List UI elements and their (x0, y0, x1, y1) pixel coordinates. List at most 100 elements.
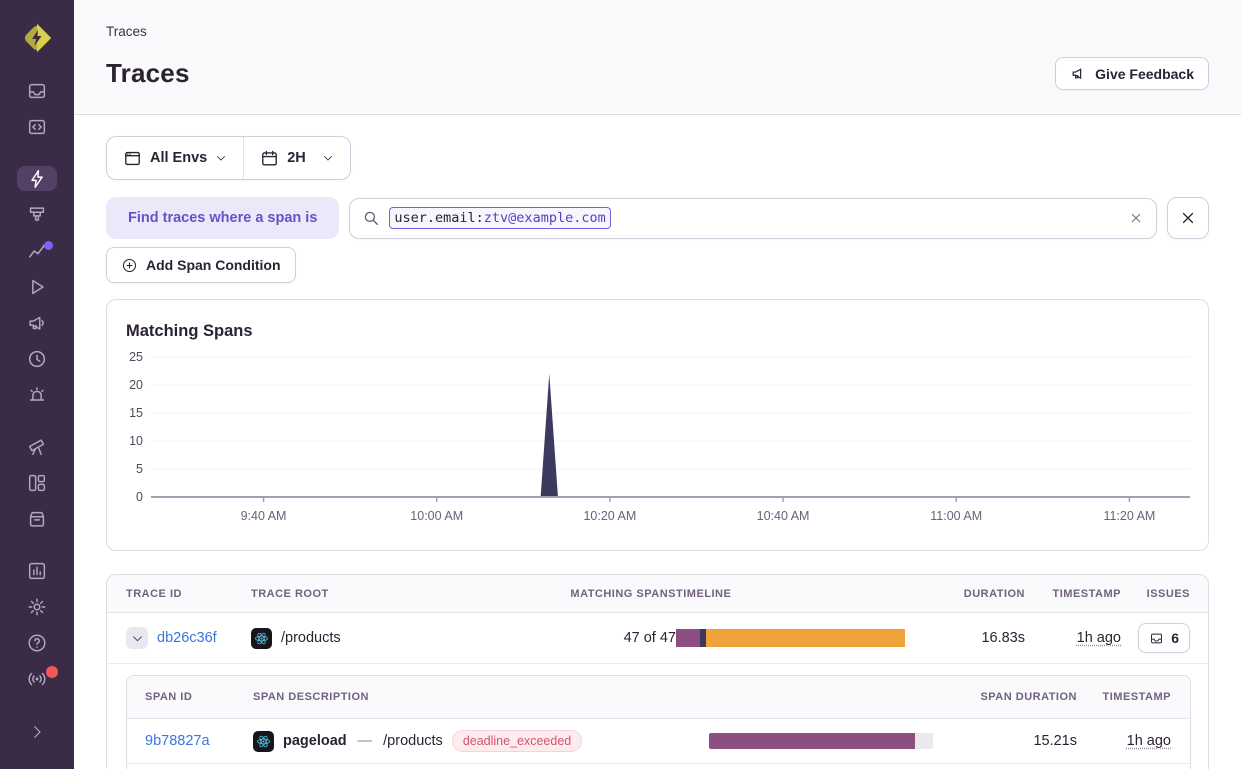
sentry-logo[interactable] (19, 20, 55, 56)
sidebar-item-projects[interactable] (17, 114, 57, 139)
performance-icon (26, 204, 48, 226)
span-search-input[interactable]: user.email:ztv@example.com (349, 198, 1157, 239)
trace-expand-button[interactable] (126, 627, 148, 649)
col-trace-root: TRACE ROOT (251, 588, 560, 600)
gear-icon (26, 596, 48, 618)
search-token[interactable]: user.email:ztv@example.com (389, 207, 610, 229)
span-op: pageload (283, 733, 347, 749)
close-icon (1128, 210, 1144, 226)
matching-spans-chart[interactable]: 05101520259:40 AM10:00 AM10:20 AM10:40 A… (126, 351, 1193, 531)
sidebar-item-explore[interactable] (17, 238, 57, 263)
breadcrumb[interactable]: Traces (106, 24, 1209, 39)
trace-timeline-bar (676, 629, 905, 647)
react-platform-icon (251, 628, 272, 649)
megaphone-icon (26, 312, 48, 334)
replays-icon (26, 276, 48, 298)
svg-text:10:00 AM: 10:00 AM (410, 509, 463, 523)
span-duration-bar (709, 733, 933, 749)
chevron-down-icon (322, 152, 334, 164)
token-key: user.email: (394, 210, 483, 226)
span-description: /products (383, 733, 443, 749)
delete-condition-button[interactable] (1167, 197, 1209, 239)
clear-search-button[interactable] (1128, 210, 1144, 226)
trace-root-label: /products (281, 630, 341, 646)
sidebar-item-issues[interactable] (17, 78, 57, 103)
page-filter-bar: All Envs 2H (106, 136, 351, 180)
traces-table: TRACE ID TRACE ROOT MATCHING SPANS TIMEL… (106, 574, 1209, 769)
span-bar-fill (709, 733, 915, 749)
siren-icon (26, 384, 48, 406)
sidebar-item-performance[interactable] (17, 202, 57, 227)
sidebar-item-alerts[interactable] (17, 383, 57, 408)
plus-circle-icon (121, 257, 138, 274)
main-area: Traces Traces Give Feedback All Env (74, 0, 1241, 769)
col-timestamp: TIMESTAMP (1025, 588, 1121, 600)
sidebar-item-stats[interactable] (17, 559, 57, 584)
timeline-segment (676, 629, 700, 647)
svg-text:11:20 AM: 11:20 AM (1103, 509, 1155, 523)
col-matching-spans: MATCHING SPANS (560, 588, 676, 600)
sidebar-item-feedback[interactable] (17, 310, 57, 335)
trace-issues-count: 6 (1171, 630, 1179, 646)
sidebar-item-help[interactable] (17, 631, 57, 656)
col-span-id: SPAN ID (145, 691, 253, 703)
timeline-segment (706, 629, 905, 647)
chevron-down-icon (131, 632, 144, 645)
sidebar-item-whats-new[interactable] (17, 667, 57, 692)
spans-subtable-header: SPAN ID SPAN DESCRIPTION SPAN DURATION T… (127, 676, 1190, 719)
chart-title: Matching Spans (126, 322, 1189, 341)
add-span-condition-button[interactable]: Add Span Condition (106, 247, 296, 283)
page-header: Traces Traces Give Feedback (74, 0, 1241, 115)
sidebar-item-releases[interactable] (17, 507, 57, 532)
environment-selector[interactable]: All Envs (107, 137, 243, 179)
chevron-down-icon (215, 152, 227, 164)
traces-icon (26, 168, 48, 190)
svg-text:10: 10 (129, 434, 143, 448)
history-clock-icon (26, 348, 48, 370)
sidebar-item-settings[interactable] (17, 595, 57, 620)
svg-text:10:20 AM: 10:20 AM (583, 509, 636, 523)
span-row: b7a7e441 http.server — GET /organization… (127, 764, 1190, 769)
trace-timestamp[interactable]: 1h ago (1077, 630, 1121, 646)
span-id-link[interactable]: 9b78827a (145, 733, 210, 749)
help-icon (26, 632, 48, 654)
window-icon (123, 149, 142, 168)
sidebar-item-replays[interactable] (17, 274, 57, 299)
span-condition-row: Find traces where a span is user.email:z… (106, 197, 1209, 239)
sidebar-item-dashboards[interactable] (17, 471, 57, 496)
give-feedback-button[interactable]: Give Feedback (1055, 57, 1209, 90)
span-timestamp[interactable]: 1h ago (1127, 733, 1171, 749)
where-label-pill: Find traces where a span is (106, 197, 339, 239)
token-value: ztv@example.com (484, 210, 606, 226)
col-span-timestamp: TIMESTAMP (1077, 691, 1171, 703)
react-platform-icon (253, 731, 274, 752)
page-content: All Envs 2H Find traces wher (74, 115, 1241, 769)
sidebar-item-history[interactable] (17, 346, 57, 371)
add-span-condition-label: Add Span Condition (146, 257, 281, 273)
search-icon (362, 209, 380, 227)
timerange-selector[interactable]: 2H (243, 137, 350, 179)
close-icon (1179, 209, 1197, 227)
issues-icon (26, 80, 48, 102)
chevron-right-icon (28, 723, 46, 741)
span-status-badge: deadline_exceeded (452, 730, 582, 752)
svg-text:11:00 AM: 11:00 AM (930, 509, 982, 523)
sidebar-item-discover[interactable] (17, 435, 57, 460)
svg-text:9:40 AM: 9:40 AM (241, 509, 287, 523)
app-root: Traces Traces Give Feedback All Env (0, 0, 1241, 769)
span-duration: 15.21s (933, 733, 1077, 749)
matching-spans-panel: Matching Spans 05101520259:40 AM10:00 AM… (106, 299, 1209, 551)
trace-duration: 16.83s (939, 630, 1025, 646)
telescope-icon (26, 436, 48, 458)
spans-subtable: SPAN ID SPAN DESCRIPTION SPAN DURATION T… (126, 675, 1191, 769)
col-duration: DURATION (939, 588, 1025, 600)
svg-text:0: 0 (136, 490, 143, 504)
svg-text:15: 15 (129, 406, 143, 420)
sidebar-item-traces[interactable] (17, 166, 57, 191)
sidebar-collapse-button[interactable] (17, 719, 57, 744)
sentry-logo-icon (19, 20, 55, 56)
timerange-label: 2H (287, 150, 306, 166)
trace-id-link[interactable]: db26c36f (157, 630, 217, 646)
trace-issues-button[interactable]: 6 (1138, 623, 1190, 653)
col-trace-id: TRACE ID (126, 588, 251, 600)
